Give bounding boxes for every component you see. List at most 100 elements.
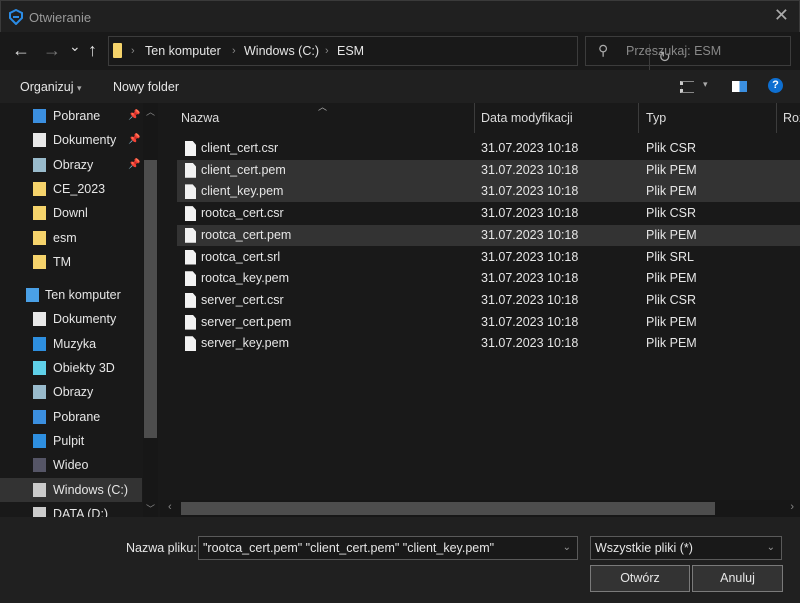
scroll-down-icon[interactable]: ﹀ bbox=[146, 502, 155, 515]
column-size[interactable]: Roz bbox=[783, 111, 800, 125]
sidebar-item[interactable]: DATA (D:) bbox=[0, 502, 142, 517]
back-button[interactable]: ← bbox=[12, 40, 30, 61]
column-date[interactable]: Data modyfikacji bbox=[481, 111, 573, 125]
file-date: 31.07.2023 10:18 bbox=[481, 249, 579, 264]
pin-icon[interactable]: 📌 bbox=[128, 128, 140, 152]
address-bar[interactable]: › Ten komputer › Windows (C:) › ESM ↻ bbox=[108, 36, 671, 72]
sidebar-item-label: DATA (D:) bbox=[53, 507, 109, 517]
file-type: Plik PEM bbox=[646, 271, 697, 286]
file-name: rootca_cert.pem bbox=[201, 227, 292, 242]
scroll-left-icon[interactable]: ‹ bbox=[168, 501, 172, 513]
sidebar-item[interactable]: Pulpit bbox=[0, 429, 142, 453]
new-folder-button[interactable]: Nowy folder bbox=[113, 80, 179, 94]
sidebar-item[interactable]: Ten komputer bbox=[0, 283, 142, 307]
sidebar-scroll-thumb[interactable] bbox=[144, 160, 157, 438]
open-button[interactable]: Otwórz bbox=[590, 565, 690, 592]
column-headers: ︿ Nazwa Data modyfikacji Typ Roz bbox=[162, 102, 800, 133]
file-date: 31.07.2023 10:18 bbox=[481, 184, 579, 199]
folder-icon bbox=[33, 206, 46, 220]
folder-icon bbox=[33, 231, 46, 245]
sidebar-item[interactable]: Pobrane 📌 bbox=[0, 104, 142, 128]
sidebar-item[interactable]: Muzyka bbox=[0, 332, 142, 356]
sidebar-item-label: Dokumenty bbox=[53, 133, 117, 147]
file-row[interactable]: client_cert.pem 31.07.2023 10:18 Plik PEM bbox=[177, 159, 800, 181]
sidebar-item[interactable]: TM bbox=[0, 250, 142, 274]
file-date: 31.07.2023 10:18 bbox=[481, 206, 579, 221]
file-name: client_cert.pem bbox=[201, 162, 286, 177]
sidebar-item[interactable]: Downl bbox=[0, 201, 142, 225]
file-type: Plik CSR bbox=[646, 141, 697, 155]
chevron-down-icon: ▾ bbox=[76, 83, 82, 93]
file-date: 31.07.2023 10:18 bbox=[481, 141, 579, 155]
file-row[interactable]: server_cert.pem 31.07.2023 10:18 Plik PEM bbox=[177, 312, 800, 333]
view-options-icon[interactable] bbox=[680, 81, 694, 93]
sidebar-item[interactable]: Dokumenty 📌 bbox=[0, 128, 142, 152]
sidebar-item[interactable]: Obiekty 3D bbox=[0, 356, 142, 380]
video-icon bbox=[33, 458, 46, 472]
column-type[interactable]: Typ bbox=[646, 111, 666, 125]
sidebar-item-label: Pobrane bbox=[53, 109, 101, 123]
file-type: Plik CSR bbox=[646, 206, 697, 221]
up-button[interactable]: ↑ bbox=[88, 40, 97, 61]
sidebar-item[interactable]: esm bbox=[0, 226, 142, 250]
sidebar-item-label: Obrazy bbox=[53, 385, 94, 399]
navigation-pane: Pobrane 📌 Dokumenty 📌 Obrazy 📌 CE_2023 Downl esm… bbox=[0, 103, 160, 517]
pin-icon[interactable]: 📌 bbox=[128, 153, 140, 177]
file-type-select[interactable]: Wszystkie pliki (*) ⌄ bbox=[590, 536, 782, 560]
forward-button[interactable]: → bbox=[43, 40, 61, 61]
sidebar-item[interactable]: Obrazy 📌 bbox=[0, 153, 142, 177]
sidebar-item[interactable]: Dokumenty bbox=[0, 307, 142, 331]
pin-icon[interactable]: 📌 bbox=[128, 104, 140, 128]
breadcrumb-windows-c[interactable]: Windows (C:) bbox=[244, 44, 319, 58]
file-icon bbox=[185, 336, 196, 352]
preview-pane-icon[interactable] bbox=[732, 81, 747, 92]
file-row[interactable]: rootca_cert.pem 31.07.2023 10:18 Plik PEM bbox=[177, 224, 800, 246]
organize-label: Organizuj bbox=[20, 80, 74, 94]
file-row[interactable]: rootca_cert.csr 31.07.2023 10:18 Plik CSR bbox=[177, 203, 800, 224]
file-name: server_key.pem bbox=[201, 336, 289, 351]
file-row[interactable]: server_key.pem 31.07.2023 10:18 Plik PEM bbox=[177, 333, 800, 354]
sidebar-item[interactable]: Pobrane bbox=[0, 405, 142, 429]
breadcrumb-ten-komputer[interactable]: Ten komputer bbox=[145, 44, 221, 58]
cancel-button[interactable]: Anuluj bbox=[692, 565, 783, 592]
file-row[interactable]: client_key.pem 31.07.2023 10:18 Plik PEM bbox=[177, 181, 800, 203]
view-chevron-icon[interactable]: ▾ bbox=[703, 79, 708, 90]
file-row[interactable]: server_cert.csr 31.07.2023 10:18 Plik CSR bbox=[177, 290, 800, 311]
file-name: rootca_key.pem bbox=[201, 271, 290, 286]
sidebar-item-label: Obrazy bbox=[53, 158, 94, 172]
sidebar-item-label: Windows (C:) bbox=[53, 483, 129, 497]
desktop-icon bbox=[33, 434, 46, 448]
file-row[interactable]: rootca_cert.srl 31.07.2023 10:18 Plik SRL bbox=[177, 247, 800, 268]
toolbar: Organizuj ▾ Nowy folder ▾ ? bbox=[0, 70, 800, 103]
search-input[interactable]: ⚲ Przeszukaj: ESM bbox=[585, 36, 791, 66]
filename-input[interactable]: "rootca_cert.pem" "client_cert.pem" "cli… bbox=[198, 536, 578, 560]
sidebar-item-label: Pulpit bbox=[53, 434, 85, 448]
file-type: Plik PEM bbox=[646, 314, 697, 329]
file-name: client_key.pem bbox=[201, 184, 284, 199]
search-icon: ⚲ bbox=[598, 42, 609, 58]
file-date: 31.07.2023 10:18 bbox=[481, 336, 579, 351]
file-row[interactable]: rootca_key.pem 31.07.2023 10:18 Plik PEM bbox=[177, 268, 800, 289]
sidebar-item[interactable]: CE_2023 bbox=[0, 177, 142, 201]
sidebar-item-label: Downl bbox=[53, 206, 88, 220]
sidebar-item[interactable]: Obrazy bbox=[0, 380, 142, 404]
chevron-down-icon[interactable]: ⌄ bbox=[767, 537, 775, 559]
dialog-footer: Nazwa pliku: "rootca_cert.pem" "client_c… bbox=[0, 517, 800, 603]
sidebar-item[interactable]: Wideo bbox=[0, 453, 142, 477]
file-name: server_cert.pem bbox=[201, 314, 292, 329]
breadcrumb-esm[interactable]: ESM bbox=[337, 44, 364, 58]
organize-button[interactable]: Organizuj ▾ bbox=[20, 80, 82, 94]
sidebar-item[interactable]: Windows (C:) bbox=[0, 478, 142, 502]
chevron-down-icon[interactable]: ⌄ bbox=[563, 537, 571, 559]
column-name[interactable]: Nazwa bbox=[181, 111, 219, 125]
scroll-right-icon[interactable]: › bbox=[790, 501, 794, 513]
scroll-up-icon[interactable]: ︿ bbox=[146, 105, 155, 118]
help-icon[interactable]: ? bbox=[768, 78, 783, 93]
close-icon[interactable]: ✕ bbox=[774, 5, 789, 26]
horizontal-scroll-thumb[interactable] bbox=[181, 502, 715, 515]
download-icon bbox=[33, 410, 46, 424]
file-row[interactable]: client_cert.csr 31.07.2023 10:18 Plik CSR bbox=[177, 138, 800, 159]
file-name: rootca_cert.csr bbox=[201, 206, 284, 221]
recent-locations-button[interactable]: ⌄ bbox=[69, 38, 81, 55]
file-date: 31.07.2023 10:18 bbox=[481, 292, 579, 307]
